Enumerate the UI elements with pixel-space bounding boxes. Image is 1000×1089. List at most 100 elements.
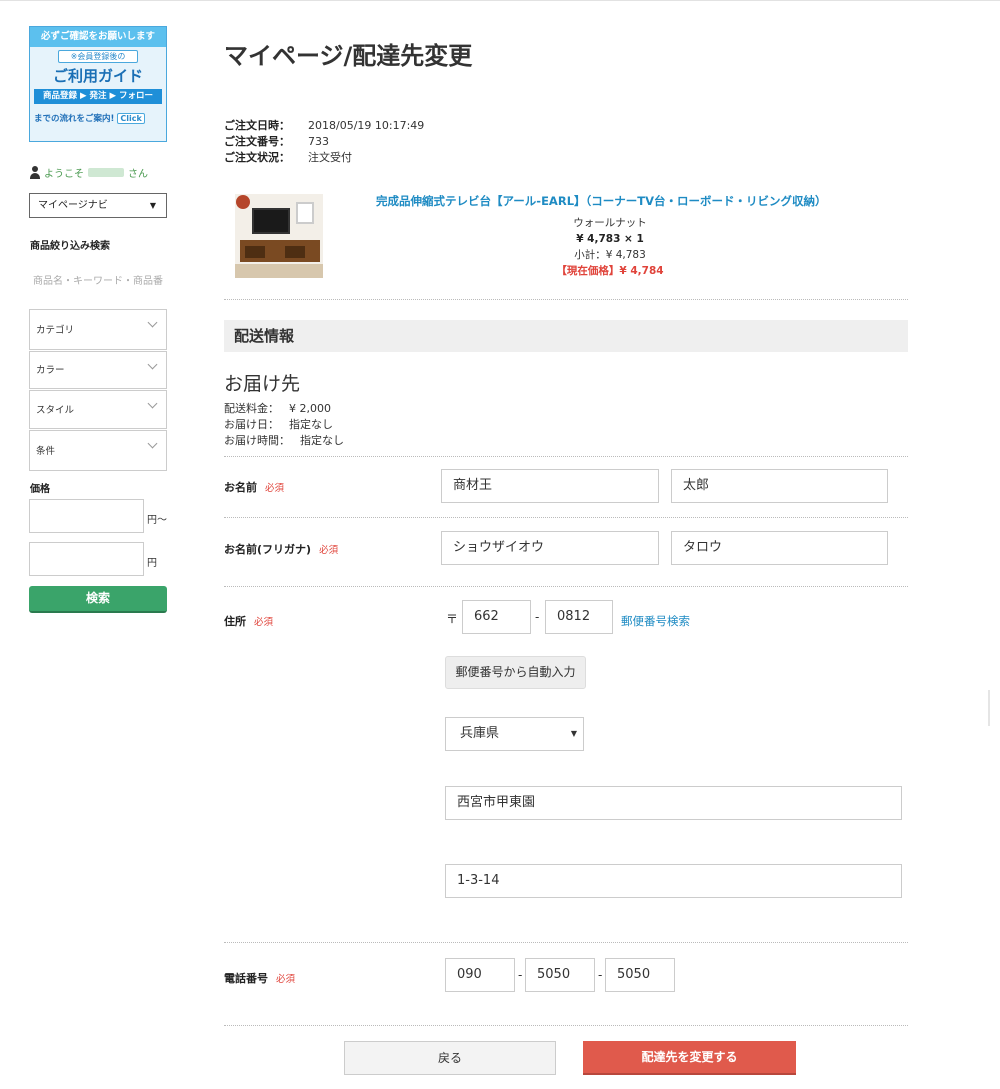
product-price-qty: ¥ 4,783 × 1 (576, 233, 644, 245)
banner-line-5-text: までの流れをご案内! (34, 114, 115, 124)
mypage-nav-label: マイページナビ (38, 200, 108, 211)
delivery-date-label: お届け日： (224, 418, 279, 431)
order-number-value: 733 (308, 135, 329, 148)
filter-category-label: カテゴリ (36, 325, 75, 336)
price-max-unit: 円 (147, 558, 157, 569)
last-kana-input[interactable]: ショウザイオウ (441, 531, 659, 565)
shipping-section-title: 配送情報 (224, 320, 908, 352)
price-heading: 価格 (30, 484, 50, 495)
filter-condition[interactable]: 条件 (29, 430, 167, 471)
banner-line-2: ※会員登録後の (58, 50, 138, 63)
order-date-row: ご注文日時： 2018/05/19 10:17:49 (224, 118, 424, 134)
address-label: 住所 必須 (224, 613, 273, 629)
first-name-input[interactable]: 太郎 (671, 469, 888, 503)
order-date-value: 2018/05/19 10:17:49 (308, 119, 425, 132)
mypage-nav-select[interactable]: マイページナビ ▼ (29, 193, 167, 218)
divider (224, 586, 908, 587)
prefecture-value: 兵庫県 (460, 726, 500, 741)
welcome-suffix: さん (128, 169, 148, 180)
usage-guide-banner[interactable]: 必ずご確認をお願いします ※会員登録後の ご利用ガイド 商品登録 ▶ 発注 ▶ … (29, 26, 167, 142)
kana-label: お名前(フリガナ) 必須 (224, 541, 338, 557)
filter-style[interactable]: スタイル (29, 390, 167, 429)
shipping-fee-row: 配送料金： ¥ 2,000 (224, 401, 344, 417)
phone-dash: - (598, 968, 603, 982)
divider (224, 1025, 908, 1026)
banner-line-4: 商品登録 ▶ 発注 ▶ フォロー (34, 89, 162, 104)
phone-label: 電話番号 必須 (224, 970, 295, 986)
price-max-input[interactable] (29, 542, 144, 576)
search-button[interactable]: 検索 (29, 586, 167, 613)
product-image[interactable] (235, 194, 323, 278)
banner-line-3: ご利用ガイド (52, 67, 143, 85)
phone-label-text: 電話番号 (224, 972, 268, 985)
shipping-fee-value: ¥ 2,000 (289, 402, 331, 415)
phone3-input[interactable]: 5050 (605, 958, 675, 992)
delivery-time-value: 指定なし (300, 434, 344, 447)
price-min-input[interactable] (29, 499, 144, 533)
required-badge: 必須 (254, 617, 274, 628)
zip-dash: - (535, 610, 540, 624)
product-name-link[interactable]: 完成品伸縮式テレビ台【アール-EARL】（コーナーTV台・ローボード・リビング収… (376, 193, 827, 209)
required-badge: 必須 (276, 974, 296, 985)
order-info: ご注文日時： 2018/05/19 10:17:49 ご注文番号： 733 ご注文状… (224, 118, 424, 166)
product-subtotal: 小計：¥ 4,783 (574, 249, 646, 261)
filter-category[interactable]: カテゴリ (29, 309, 167, 350)
required-badge: 必須 (265, 483, 285, 494)
scrollbar[interactable] (988, 690, 990, 726)
page-title: マイページ/配達先変更 (224, 42, 473, 70)
filter-heading: 商品絞り込み検索 (30, 241, 110, 252)
product-color: ウォールナット (573, 217, 647, 229)
name-label: お名前 必須 (224, 479, 284, 495)
name-label-text: お名前 (224, 481, 257, 494)
delivery-time-label: お届け時間： (224, 434, 290, 447)
banner-line-5: までの流れをご案内! Click (30, 112, 166, 124)
divider (224, 456, 908, 457)
banner-click-label: Click (117, 113, 145, 124)
keyword-search-input[interactable]: 商品名・キーワード・商品番 (33, 272, 163, 287)
required-badge: 必須 (319, 545, 339, 556)
welcome-prefix: ようこそ (44, 169, 84, 180)
address-label-text: 住所 (224, 615, 246, 628)
zip-autofill-button[interactable]: 郵便番号から自動入力 (445, 656, 586, 689)
stand-shelf-graphic (285, 246, 305, 258)
product-current-price: 【現在価格】¥ 4,784 (556, 265, 664, 277)
street-input[interactable]: 1-3-14 (445, 864, 902, 898)
banner-line-1: 必ずご確認をお願いします (30, 27, 166, 47)
first-kana-input[interactable]: タロウ (671, 531, 888, 565)
change-address-button[interactable]: 配達先を変更する (583, 1041, 796, 1075)
stand-shelf-graphic (245, 246, 265, 258)
delivery-time-row: お届け時間： 指定なし (224, 433, 344, 449)
user-icon (30, 166, 40, 179)
welcome-message: ようこそ さん (30, 165, 148, 180)
back-button[interactable]: 戻る (344, 1041, 556, 1075)
filter-condition-label: 条件 (36, 446, 56, 457)
product-detail: ウォールナット ¥ 4,783 × 1 小計：¥ 4,783 【現在価格】¥ 4… (500, 215, 720, 279)
phone-dash: - (518, 968, 523, 982)
filter-style-label: スタイル (36, 405, 75, 416)
filter-color-label: カラー (36, 365, 65, 376)
phone1-input[interactable]: 090 (445, 958, 515, 992)
city-input[interactable]: 西宮市甲東園 (445, 786, 902, 820)
zip-mark: 〒 (446, 612, 459, 626)
delivery-date-value: 指定なし (289, 418, 333, 431)
prefecture-select[interactable]: 兵庫県 ▼ (445, 717, 584, 751)
kana-label-text: お名前(フリガナ) (224, 543, 312, 556)
dropdown-arrow-icon: ▼ (570, 729, 577, 738)
last-name-input[interactable]: 商材王 (441, 469, 659, 503)
order-date-label: ご注文日時： (224, 119, 290, 132)
zip-search-link[interactable]: 郵便番号検索 (621, 613, 690, 629)
delivery-date-row: お届け日： 指定なし (224, 417, 344, 433)
zip1-input[interactable]: 662 (462, 600, 531, 634)
order-status-value: 注文受付 (308, 151, 352, 164)
frame-graphic (296, 202, 314, 224)
phone2-input[interactable]: 5050 (525, 958, 595, 992)
filter-color[interactable]: カラー (29, 351, 167, 389)
chevron-down-icon (147, 317, 158, 328)
tv-graphic (252, 208, 290, 234)
dropdown-arrow-icon: ▼ (149, 201, 156, 210)
order-number-label: ご注文番号： (224, 135, 290, 148)
chevron-down-icon (147, 438, 158, 449)
zip2-input[interactable]: 0812 (545, 600, 613, 634)
destination-title: お届け先 (224, 373, 301, 395)
divider (224, 517, 908, 518)
